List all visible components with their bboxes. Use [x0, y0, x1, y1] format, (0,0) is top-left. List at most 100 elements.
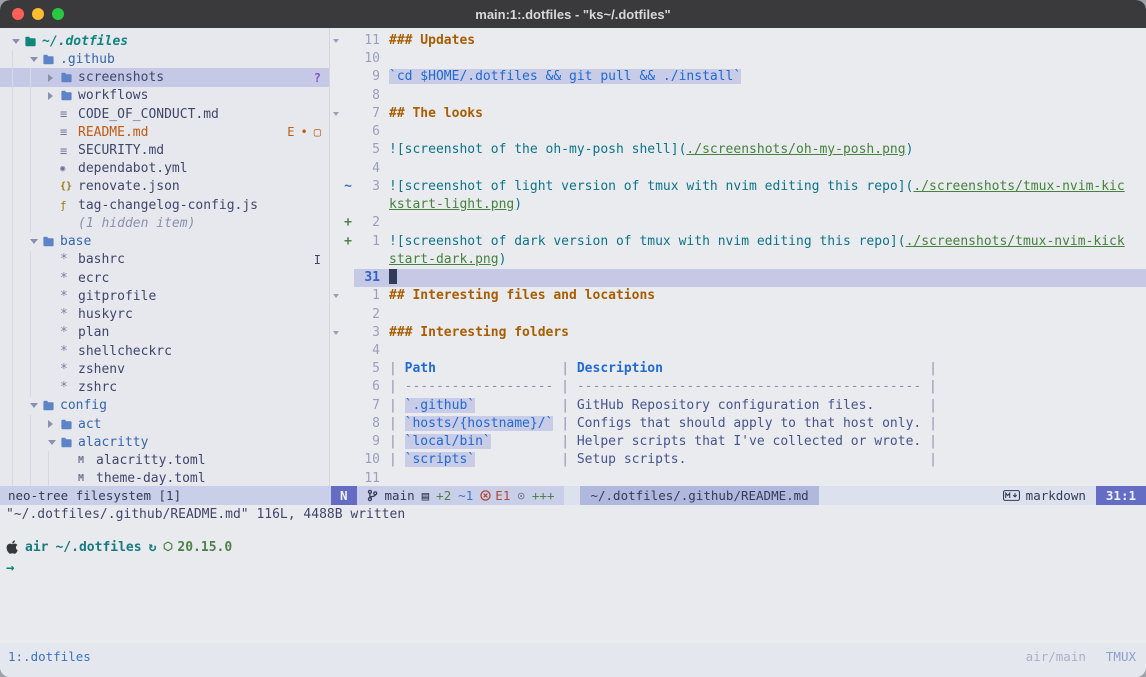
line-number: 2: [354, 306, 380, 324]
tree-item-base[interactable]: base: [0, 233, 329, 251]
editor-line[interactable]: start-dark.png): [330, 251, 1146, 269]
editor-line[interactable]: 8| `hosts/{hostname}/` | Configs that sh…: [330, 415, 1146, 433]
vim-area: ~/.dotfiles.githubscreenshots?workflows≡…: [0, 28, 1146, 486]
indent-guide: [12, 123, 30, 141]
star-icon: *: [60, 289, 78, 304]
prompt-arrow: →: [6, 560, 1146, 576]
editor-line[interactable]: 6| ------------------- | ---------------…: [330, 378, 1146, 396]
indent-guide: [30, 415, 48, 433]
star-icon: *: [60, 307, 78, 322]
tree-item-label: (1 hidden item): [78, 216, 195, 231]
tree-item-bashrc[interactable]: *bashrcI: [0, 251, 329, 269]
editor-line[interactable]: 5![screenshot of the oh-my-posh shell](.…: [330, 141, 1146, 159]
tree-item-config[interactable]: config: [0, 397, 329, 415]
tree-item-label: ecrc: [78, 271, 109, 286]
fold-column: [330, 68, 342, 86]
editor-line[interactable]: +2: [330, 214, 1146, 232]
line-number: [354, 196, 380, 214]
tree-item-dependabot-yml[interactable]: ◉dependabot.yml: [0, 160, 329, 178]
expander-open-icon[interactable]: [30, 57, 42, 62]
file-path: ~/.dotfiles/.github/README.md: [580, 486, 818, 505]
fold-column: [330, 451, 342, 469]
expander-open-icon[interactable]: [48, 440, 60, 445]
tree-item-security-md[interactable]: ≡SECURITY.md: [0, 141, 329, 159]
tree-item-tag-changelog-config-js[interactable]: ƒtag-changelog-config.js: [0, 196, 329, 214]
editor-line[interactable]: 3### Interesting folders: [330, 324, 1146, 342]
expander-open-icon[interactable]: [30, 403, 42, 408]
editor-line[interactable]: 9`cd $HOME/.dotfiles && git pull && ./in…: [330, 68, 1146, 86]
indent-guide: [12, 360, 30, 378]
tree-item-act[interactable]: act: [0, 415, 329, 433]
fold-column: [330, 141, 342, 159]
close-button[interactable]: [12, 8, 24, 20]
tree-item-gitprofile[interactable]: *gitprofile: [0, 287, 329, 305]
tree-item-shellcheckrc[interactable]: *shellcheckrc: [0, 342, 329, 360]
editor-line[interactable]: +1![screenshot of dark version of tmux w…: [330, 233, 1146, 251]
tree-item-screenshots[interactable]: screenshots?: [0, 68, 329, 86]
editor-line[interactable]: 10| `scripts` | Setup scripts. |: [330, 451, 1146, 469]
tree-item-readme-md[interactable]: ≡README.mdE•▢: [0, 123, 329, 141]
tmux-window-tab[interactable]: 1:.dotfiles: [8, 649, 91, 664]
tree-item-huskyrc[interactable]: *huskyrc: [0, 306, 329, 324]
tree-item-workflows[interactable]: workflows: [0, 87, 329, 105]
expander-closed-icon[interactable]: [48, 420, 60, 428]
tree-item-renovate-json[interactable]: {}renovate.json: [0, 178, 329, 196]
indent-guide: [12, 50, 30, 68]
editor-line[interactable]: 8: [330, 87, 1146, 105]
editor-line[interactable]: 5| Path | Description |: [330, 360, 1146, 378]
editor-line[interactable]: ~3![screenshot of light version of tmux …: [330, 178, 1146, 196]
tree-item-theme-day-toml[interactable]: Mtheme-day.toml: [0, 470, 329, 486]
tree-item-label: zshrc: [78, 380, 117, 395]
editor-line[interactable]: 11### Updates: [330, 32, 1146, 50]
editor-line[interactable]: 6: [330, 123, 1146, 141]
line-text: | Path | Description |: [380, 360, 1146, 378]
indent-guide: [30, 251, 48, 269]
text-segment: start-dark.png: [389, 252, 499, 267]
tree-item-zshrc[interactable]: *zshrc: [0, 378, 329, 396]
tree-item-dotfiles[interactable]: ~/.dotfiles: [0, 32, 329, 50]
tree-item-zshenv[interactable]: *zshenv: [0, 360, 329, 378]
editor-line[interactable]: 7| `.github` | GitHub Repository configu…: [330, 397, 1146, 415]
tree-item-1-hidden-item[interactable]: (1 hidden item): [0, 214, 329, 232]
expander-closed-icon[interactable]: [48, 74, 60, 82]
zoom-button[interactable]: [52, 8, 64, 20]
titlebar[interactable]: main:1:.dotfiles - "ks~/.dotfiles": [0, 0, 1146, 28]
editor-pane[interactable]: 11### Updates109`cd $HOME/.dotfiles && g…: [330, 28, 1146, 486]
tree-item-label: shellcheckrc: [78, 344, 172, 359]
star-icon: *: [60, 271, 78, 286]
fold-open-icon[interactable]: [330, 105, 342, 123]
editor-line[interactable]: 7## The looks: [330, 105, 1146, 123]
editor-line[interactable]: 2: [330, 306, 1146, 324]
tree-item-code-of-conduct-md[interactable]: ≡CODE_OF_CONDUCT.md: [0, 105, 329, 123]
editor-line[interactable]: 11: [330, 470, 1146, 486]
editor-line[interactable]: 9| `local/bin` | Helper scripts that I'v…: [330, 433, 1146, 451]
folder-icon: [60, 90, 78, 101]
fold-open-icon[interactable]: [330, 32, 342, 50]
indent-guide: [12, 342, 30, 360]
gitsign-column: [342, 451, 354, 469]
tree-item-ecrc[interactable]: *ecrc: [0, 269, 329, 287]
fold-open-icon[interactable]: [330, 287, 342, 305]
expander-open-icon[interactable]: [12, 39, 24, 44]
fold-column: [330, 214, 342, 232]
expander-open-icon[interactable]: [30, 239, 42, 244]
git-status-badges: I: [314, 253, 329, 267]
editor-line[interactable]: 1## Interesting files and locations: [330, 287, 1146, 305]
editor-line[interactable]: 4: [330, 160, 1146, 178]
editor-line[interactable]: 10: [330, 50, 1146, 68]
tree-item-alacritty[interactable]: alacritty: [0, 433, 329, 451]
text-segment: ): [906, 142, 914, 157]
line-text: | `scripts` | Setup scripts. |: [380, 451, 1146, 469]
editor-line[interactable]: 4: [330, 342, 1146, 360]
tree-item-label: ~/.dotfiles: [42, 34, 128, 49]
minimize-button[interactable]: [32, 8, 44, 20]
fold-open-icon[interactable]: [330, 324, 342, 342]
tree-item-alacritty-toml[interactable]: Malacritty.toml: [0, 451, 329, 469]
tree-item-plan[interactable]: *plan: [0, 324, 329, 342]
folder-icon: [42, 400, 60, 411]
expander-closed-icon[interactable]: [48, 92, 60, 100]
shell-area[interactable]: air ~/.dotfiles ↻ 20.15.0 →: [0, 524, 1146, 643]
editor-line[interactable]: kstart-light.png): [330, 196, 1146, 214]
editor-line[interactable]: 31: [330, 269, 1146, 287]
tree-item-github[interactable]: .github: [0, 50, 329, 68]
